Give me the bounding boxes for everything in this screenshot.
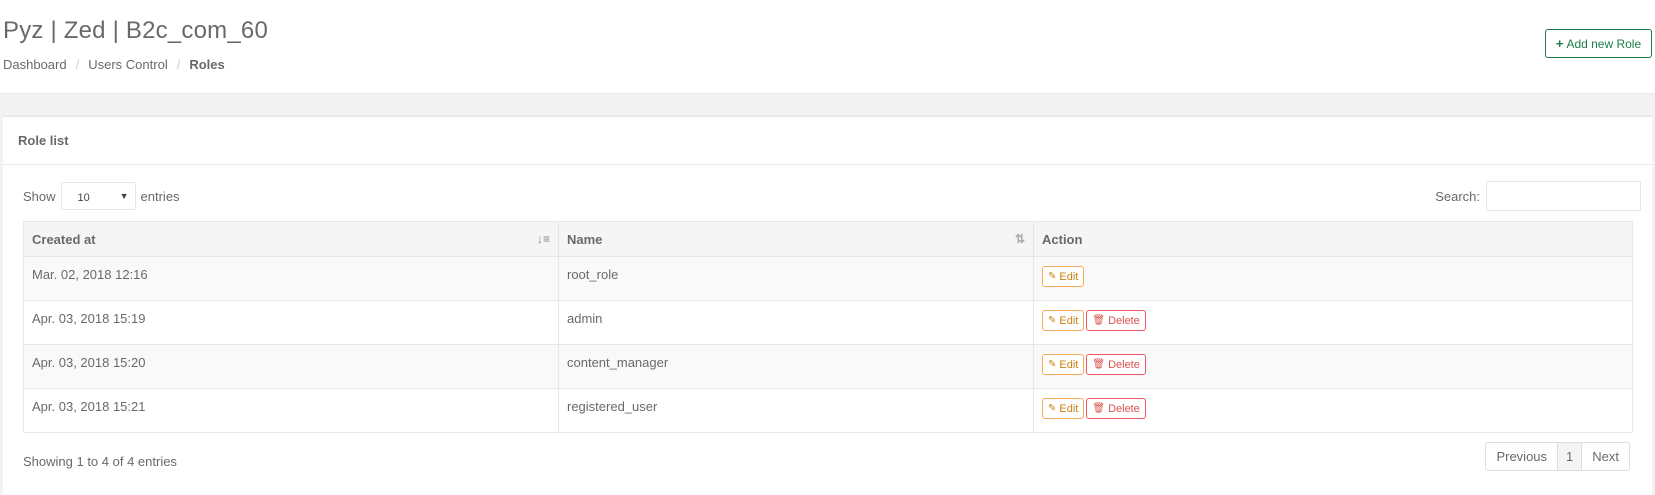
cell-name: root_role [558,256,1034,301]
show-label: Show [23,188,56,204]
cell-name: content_manager [558,344,1034,389]
entries-label: entries [140,188,180,204]
search-label: Search: [1435,188,1480,204]
cell-created-at: Apr. 03, 2018 15:20 [23,344,559,389]
edit-label: Edit [1059,314,1079,327]
delete-label: Delete [1108,314,1140,327]
table-row: Mar. 02, 2018 12:16 root_role ✎ Edit [23,256,1633,301]
cell-name: admin [558,300,1034,345]
edit-label: Edit [1059,402,1079,415]
cell-action: ✎ Edit [1033,256,1633,301]
column-action: Action [1033,221,1633,257]
cell-action: ✎ Edit 🗑 Delete [1033,388,1633,433]
edit-icon: ✎ [1048,271,1057,282]
delete-button[interactable]: 🗑 Delete [1086,398,1146,419]
pagination-previous[interactable]: Previous [1485,442,1559,471]
cell-created-at: Apr. 03, 2018 15:21 [23,388,559,433]
breadcrumb-users-control[interactable]: Users Control [88,57,167,72]
pagination-page-1[interactable]: 1 [1558,442,1583,471]
delete-button[interactable]: 🗑 Delete [1086,310,1146,331]
cell-name: registered_user [558,388,1034,433]
table-header-row: Created at ↓≡ Name ⇅ Action [23,221,1633,257]
add-new-role-label: Add new Role [1566,36,1642,51]
box-title: Role list [3,117,1652,165]
delete-button[interactable]: 🗑 Delete [1086,354,1146,375]
edit-button[interactable]: ✎ Edit [1042,266,1085,287]
trash-icon: 🗑 [1092,403,1106,414]
breadcrumb: Dashboard / Users Control / Roles [3,57,225,72]
delete-label: Delete [1108,402,1140,415]
table-row: Apr. 03, 2018 15:20 content_manager ✎ Ed… [23,344,1633,389]
pagination: Previous 1 Next [1485,442,1630,471]
page-title: Pyz | Zed | B2c_com_60 [3,17,268,44]
cell-action: ✎ Edit 🗑 Delete [1033,300,1633,345]
table-controls: Show 10 ▼ entries Search: [3,165,1652,223]
edit-icon: ✎ [1048,359,1057,370]
edit-icon: ✎ [1048,315,1057,326]
breadcrumb-separator: / [176,57,181,72]
table-row: Apr. 03, 2018 15:19 admin ✎ Edit 🗑 Delet… [23,300,1633,345]
search-input[interactable] [1486,181,1641,211]
role-list-box: Role list Show 10 ▼ entries Search: Crea… [3,115,1652,495]
edit-icon: ✎ [1048,403,1057,414]
add-new-role-button[interactable]: + Add new Role [1545,29,1652,58]
column-label: Name [567,232,603,247]
plus-icon: + [1555,36,1564,51]
column-label: Created at [32,232,96,247]
cell-created-at: Mar. 02, 2018 12:16 [23,256,559,301]
sort-both-icon: ⇅ [1014,232,1025,246]
column-created-at[interactable]: Created at ↓≡ [23,221,559,257]
delete-label: Delete [1108,358,1140,371]
column-name[interactable]: Name ⇅ [558,221,1034,257]
page-length-value: 10 [77,192,90,204]
cell-created-at: Apr. 03, 2018 15:19 [23,300,559,345]
table-row: Apr. 03, 2018 15:21 registered_user ✎ Ed… [23,388,1633,433]
chevron-down-icon: ▼ [119,191,129,201]
edit-button[interactable]: ✎ Edit [1042,354,1085,375]
breadcrumb-roles: Roles [189,57,225,72]
breadcrumb-dashboard[interactable]: Dashboard [3,57,67,72]
column-label: Action [1042,232,1083,247]
edit-button[interactable]: ✎ Edit [1042,398,1085,419]
roles-table: Created at ↓≡ Name ⇅ Action Mar. 02, 201… [23,221,1633,433]
edit-label: Edit [1059,270,1079,283]
cell-action: ✎ Edit 🗑 Delete [1033,344,1633,389]
page-length-select[interactable]: 10 ▼ [60,182,136,210]
edit-label: Edit [1059,358,1079,371]
trash-icon: 🗑 [1092,359,1106,370]
page-header: Pyz | Zed | B2c_com_60 Dashboard / Users… [0,0,1655,94]
show-entries: Show 10 ▼ entries [23,182,180,210]
pagination-next[interactable]: Next [1582,442,1630,471]
search-wrap: Search: [1435,181,1641,211]
sort-ascending-icon: ↓≡ [536,232,550,246]
table-info: Showing 1 to 4 of 4 entries [23,454,177,469]
breadcrumb-separator: / [75,57,80,72]
edit-button[interactable]: ✎ Edit [1042,310,1085,331]
trash-icon: 🗑 [1092,315,1106,326]
